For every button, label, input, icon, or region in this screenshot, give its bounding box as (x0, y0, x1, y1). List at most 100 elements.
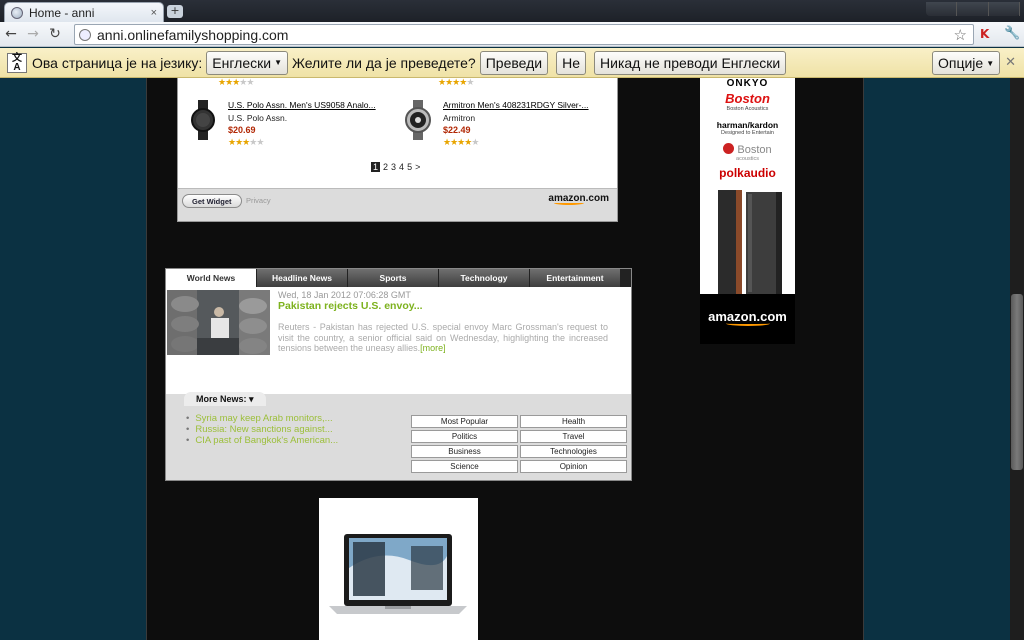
page-link[interactable]: 5 (407, 162, 412, 172)
star-rating: ★★★★★ (438, 78, 474, 88)
news-tab-technology[interactable]: Technology (439, 269, 530, 287)
news-widget: World News Headline News Sports Technolo… (165, 268, 632, 481)
get-widget-button[interactable]: Get Widget (182, 194, 242, 208)
star-rating: ★★★★★ (218, 78, 254, 88)
translate-icon: 文A (7, 52, 27, 73)
watch-image (405, 100, 431, 140)
news-summary: Reuters - Pakistan has rejected U.S. spe… (278, 322, 608, 354)
translate-infobar: 文A Ова страница је на језику: Енглески ▼ … (0, 48, 1024, 78)
category-science[interactable]: Science (411, 460, 518, 473)
news-tab-sports[interactable]: Sports (348, 269, 439, 287)
more-news-dropdown[interactable]: More News: ▾ (184, 392, 266, 406)
dropdown-caret-icon: ▼ (986, 58, 995, 68)
widget-footer: Get Widget Privacy amazon.com (178, 188, 617, 221)
product-title[interactable]: U.S. Polo Assn. Men's US9058 Analo... (228, 100, 376, 110)
category-politics[interactable]: Politics (411, 430, 518, 443)
brand-boston-acoustics: Boston (700, 143, 795, 156)
brand-boston-sub: Boston Acoustics (726, 106, 769, 112)
page-link[interactable]: 2 (383, 162, 388, 172)
minimize-button[interactable] (926, 2, 958, 16)
infobar-close-icon[interactable]: ✕ (1005, 54, 1016, 70)
news-tab-headline[interactable]: Headline News (257, 269, 348, 287)
page-icon (79, 28, 91, 41)
news-thumbnail[interactable] (167, 290, 270, 355)
amazon-logo[interactable]: amazon.com (548, 193, 609, 205)
vertical-scrollbar[interactable] (1010, 78, 1024, 640)
headline-link[interactable]: CIA past of Bangkok's American... (186, 435, 338, 446)
amazon-logo-text: amazon.com (548, 193, 609, 204)
news-headline[interactable]: Pakistan rejects U.S. envoy... (278, 300, 423, 312)
extension-icon[interactable]: K (980, 27, 989, 41)
amazon-widget: ★★★★★ ★★★★★ U.S. Polo Assn. Men's US9058… (177, 78, 618, 222)
page-current[interactable]: 1 (371, 162, 381, 172)
headline-link[interactable]: Russia: New sanctions against... (186, 424, 332, 435)
url-text: anni.onlinefamilyshopping.com (97, 26, 289, 43)
news-tabs: World News Headline News Sports Technolo… (166, 269, 631, 287)
translate-question: Желите ли да је преведете? (291, 54, 476, 71)
category-grid: Most Popular Health Politics Travel Busi… (411, 415, 627, 473)
back-button[interactable]: ← (0, 26, 22, 42)
language-select[interactable]: Енглески ▼ (206, 50, 288, 75)
window-close-button[interactable] (989, 2, 1020, 16)
laptop-ad[interactable] (319, 498, 478, 640)
brand-onkyo: ONKYO (726, 78, 769, 89)
product-price: $20.69 (228, 125, 256, 135)
scrollbar-thumb[interactable] (1011, 294, 1023, 470)
amazon-ad-logo-text: amazon.com (708, 309, 787, 324)
star-icon: ★ (466, 78, 474, 88)
brand-boston-2-sub: acoustics (736, 156, 759, 162)
category-technologies[interactable]: Technologies (520, 445, 627, 458)
dropdown-caret-icon: ▼ (274, 58, 282, 67)
page-link[interactable]: 4 (399, 162, 404, 172)
laptop-image (329, 534, 467, 614)
options-button[interactable]: Опције ▼ (932, 51, 1001, 75)
brand-harman: harman/kardon (716, 120, 779, 130)
category-most-popular[interactable]: Most Popular (411, 415, 518, 428)
forward-button[interactable]: → (22, 26, 44, 42)
audio-ad-banner[interactable]: ONKYO Boston Boston Acoustics harman/kar… (700, 78, 795, 344)
category-opinion[interactable]: Opinion (520, 460, 627, 473)
browser-toolbar: ← → ↻ anni.onlinefamilyshopping.com ☆ K … (0, 22, 1024, 47)
bookmark-star-icon[interactable]: ☆ (954, 26, 967, 44)
dropdown-caret-icon: ▾ (249, 394, 254, 404)
product-item[interactable]: U.S. Polo Assn. Men's US9058 Analo... U.… (188, 100, 388, 152)
brand-harman-sub: Designed to Entertain (721, 130, 774, 136)
category-travel[interactable]: Travel (520, 430, 627, 443)
speaker-image (718, 190, 782, 294)
reload-button[interactable]: ↻ (44, 26, 66, 42)
amazon-ad-logo[interactable]: amazon.com (700, 294, 795, 344)
maximize-button[interactable] (957, 2, 989, 16)
star-icon: ★ (246, 78, 254, 88)
brand-boston: Boston (725, 91, 770, 106)
news-tab-world[interactable]: World News (166, 269, 257, 287)
language-value: Енглески (212, 54, 272, 71)
star-icon: ★ (471, 138, 479, 148)
more-news-label: More News: (196, 394, 247, 404)
translate-message: Ова страница је на језику: (32, 54, 203, 71)
news-tab-entertainment[interactable]: Entertainment (530, 269, 621, 287)
more-link[interactable]: [more] (420, 343, 446, 353)
address-bar[interactable]: anni.onlinefamilyshopping.com ☆ (74, 24, 974, 45)
wrench-menu-icon[interactable]: 🔧 (1004, 26, 1020, 41)
product-item[interactable]: Armitron Men's 408231RDGY Silver-... Arm… (403, 100, 603, 152)
product-title[interactable]: Armitron Men's 408231RDGY Silver-... (443, 100, 589, 110)
options-label: Опције (938, 55, 984, 71)
never-translate-button[interactable]: Никад не преводи Енглески (594, 50, 787, 75)
star-icon: ★ (256, 138, 264, 148)
tab-close-icon[interactable]: × (151, 7, 157, 19)
page-next[interactable]: > (415, 162, 420, 172)
headline-link[interactable]: Syria may keep Arab monitors,... (186, 413, 332, 424)
watch-image (191, 100, 215, 140)
tab-strip: Home - anni × + (0, 0, 1024, 22)
page-viewport: ★★★★★ ★★★★★ U.S. Polo Assn. Men's US9058… (0, 78, 1010, 640)
star-rating: ★★★★★ (228, 138, 264, 148)
page-link[interactable]: 3 (391, 162, 396, 172)
category-business[interactable]: Business (411, 445, 518, 458)
translate-button[interactable]: Преведи (479, 50, 549, 75)
no-button[interactable]: Не (556, 50, 587, 75)
category-health[interactable]: Health (520, 415, 627, 428)
privacy-link[interactable]: Privacy (246, 196, 271, 205)
browser-tab[interactable]: Home - anni × (4, 2, 164, 22)
pagination: 1 2 3 4 5 > (371, 162, 420, 172)
new-tab-button[interactable]: + (167, 5, 183, 18)
